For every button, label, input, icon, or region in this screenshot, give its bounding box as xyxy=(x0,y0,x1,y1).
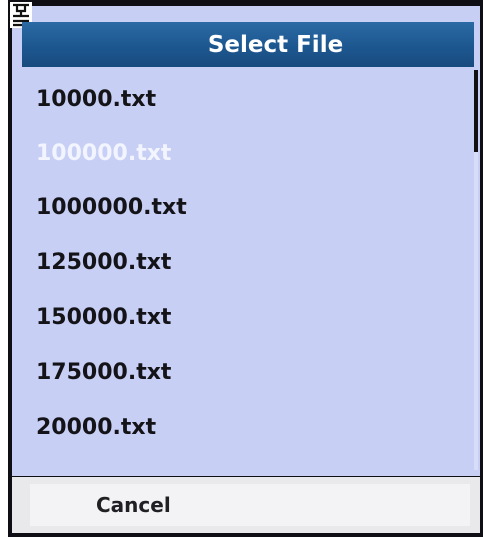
cancel-button-label[interactable]: Cancel xyxy=(96,484,171,526)
file-list: 10000.txt 100000.txt 1000000.txt 125000.… xyxy=(12,70,472,470)
dialog-title: Select File xyxy=(207,31,344,58)
file-select-screen: Select File 10000.txt 100000.txt 1000000… xyxy=(0,0,483,537)
frame-bottom-edge xyxy=(8,533,483,537)
file-list-item[interactable]: 150000.txt xyxy=(36,294,171,342)
scrollbar-thumb[interactable] xyxy=(474,70,478,152)
file-list-item[interactable]: 20000.txt xyxy=(36,404,156,452)
dialog-title-bar: Select File xyxy=(22,22,474,67)
file-list-item-selected[interactable]: 100000.txt xyxy=(36,130,171,178)
file-list-item[interactable]: 125000.txt xyxy=(36,239,171,287)
file-list-item[interactable]: 175000.txt xyxy=(36,349,171,397)
file-list-item[interactable]: 1000000.txt xyxy=(36,184,187,232)
file-list-item[interactable]: 10000.txt xyxy=(36,76,156,124)
